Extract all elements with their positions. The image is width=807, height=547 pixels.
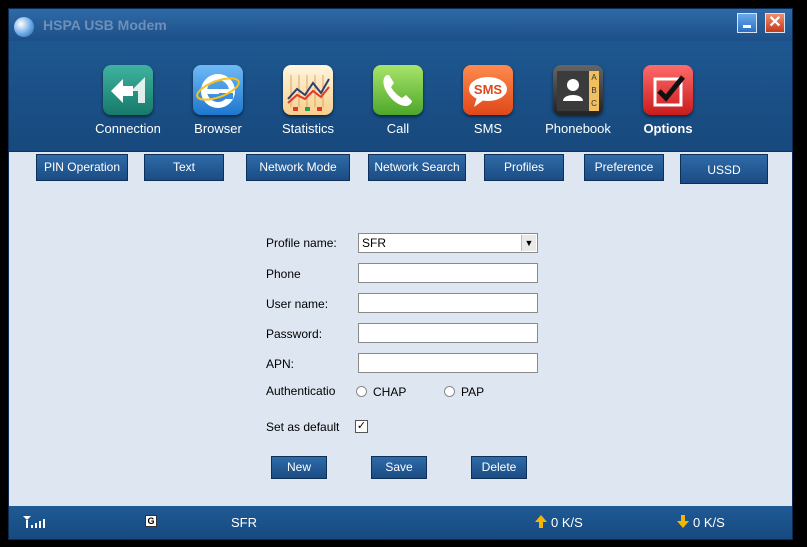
toolbar-options-label: Options xyxy=(643,121,693,136)
profile-name-select[interactable]: SFR ▼ xyxy=(358,233,538,253)
download-arrow-icon xyxy=(677,521,689,528)
options-subtabs: PIN Operation Text Network Mode Network … xyxy=(9,152,792,184)
network-type-badge: G xyxy=(145,515,157,527)
toolbar-browser[interactable]: Browser xyxy=(178,65,258,145)
toolbar-sms-label: SMS xyxy=(473,121,503,136)
set-default-checkbox[interactable]: ✓ xyxy=(355,420,368,433)
toolbar-call-label: Call xyxy=(386,121,410,136)
profile-name-value: SFR xyxy=(362,236,386,250)
close-button[interactable]: ✕ xyxy=(765,13,785,33)
phone-label: Phone xyxy=(266,267,301,281)
authentication-label: Authenticatio xyxy=(266,384,336,398)
delete-button[interactable]: Delete xyxy=(471,456,527,479)
apn-label: APN: xyxy=(266,357,295,371)
toolbar-connection-label: Connection xyxy=(95,121,161,136)
upload-arrow-icon xyxy=(535,515,547,522)
toolbar-phonebook-label: Phonebook xyxy=(545,121,611,136)
toolbar-sms[interactable]: SMS SMS xyxy=(448,65,528,145)
tab-text[interactable]: Text xyxy=(144,154,224,181)
status-bar: G SFR 0 K/S 0 K/S xyxy=(9,506,792,539)
set-default-label: Set as default xyxy=(266,420,340,434)
call-icon xyxy=(373,65,423,115)
phonebook-letter-c: C xyxy=(591,99,597,108)
tab-ussd[interactable]: USSD xyxy=(680,154,768,184)
pap-radio[interactable] xyxy=(444,386,455,397)
toolbar-connection[interactable]: Connection xyxy=(88,65,168,145)
phonebook-letter-b: B xyxy=(591,86,596,95)
connection-icon xyxy=(103,65,153,115)
title-bar[interactable]: HSPA USB Modem ✕ xyxy=(9,9,792,41)
password-input[interactable] xyxy=(358,323,538,343)
window-title: HSPA USB Modem xyxy=(43,17,167,33)
apn-input[interactable] xyxy=(358,353,538,373)
toolbar-phonebook[interactable]: A B C Phonebook xyxy=(538,65,618,145)
download-speed: 0 K/S xyxy=(693,515,725,530)
chevron-down-icon[interactable]: ▼ xyxy=(521,235,536,251)
chap-label: CHAP xyxy=(373,385,407,399)
toolbar-statistics-label: Statistics xyxy=(281,121,334,136)
signal-strength-icon xyxy=(23,516,45,528)
phonebook-letter-a: A xyxy=(591,73,597,82)
main-toolbar: Connection Browser Statistics Call SMS S… xyxy=(9,41,792,152)
toolbar-call[interactable]: Call xyxy=(358,65,438,145)
upload-speed: 0 K/S xyxy=(551,515,583,530)
tab-preference[interactable]: Preference xyxy=(584,154,664,181)
pap-label: PAP xyxy=(461,385,485,399)
phone-input[interactable] xyxy=(358,263,538,283)
upload-arrow-icon-stem xyxy=(539,522,543,528)
tab-pin-operation[interactable]: PIN Operation xyxy=(36,154,128,181)
minimize-button[interactable] xyxy=(737,13,757,33)
browser-icon xyxy=(193,65,243,115)
username-input[interactable] xyxy=(358,293,538,313)
phonebook-icon: A B C xyxy=(553,65,603,115)
statistics-icon xyxy=(283,65,333,115)
operator-name: SFR xyxy=(231,515,257,530)
toolbar-browser-label: Browser xyxy=(194,121,242,136)
toolbar-statistics[interactable]: Statistics xyxy=(268,65,348,145)
save-button[interactable]: Save xyxy=(371,456,427,479)
options-icon xyxy=(643,65,693,115)
password-label: Password: xyxy=(266,327,323,341)
main-window: HSPA USB Modem ✕ Connection Browser Stat… xyxy=(8,8,793,540)
toolbar-options[interactable]: Options xyxy=(628,65,708,145)
tab-network-search[interactable]: Network Search xyxy=(368,154,466,181)
tab-network-mode[interactable]: Network Mode xyxy=(246,154,350,181)
sms-icon-text: SMS xyxy=(474,82,503,97)
tab-profiles[interactable]: Profiles xyxy=(484,154,564,181)
chap-radio[interactable] xyxy=(356,386,367,397)
new-button[interactable]: New xyxy=(271,456,327,479)
username-label: User name: xyxy=(266,297,329,311)
profile-name-label: Profile name: xyxy=(266,236,337,250)
sms-icon: SMS xyxy=(463,65,513,115)
globe-icon xyxy=(14,17,34,37)
profiles-panel: Profile name: SFR ▼ Phone User name: Pas… xyxy=(9,184,792,506)
